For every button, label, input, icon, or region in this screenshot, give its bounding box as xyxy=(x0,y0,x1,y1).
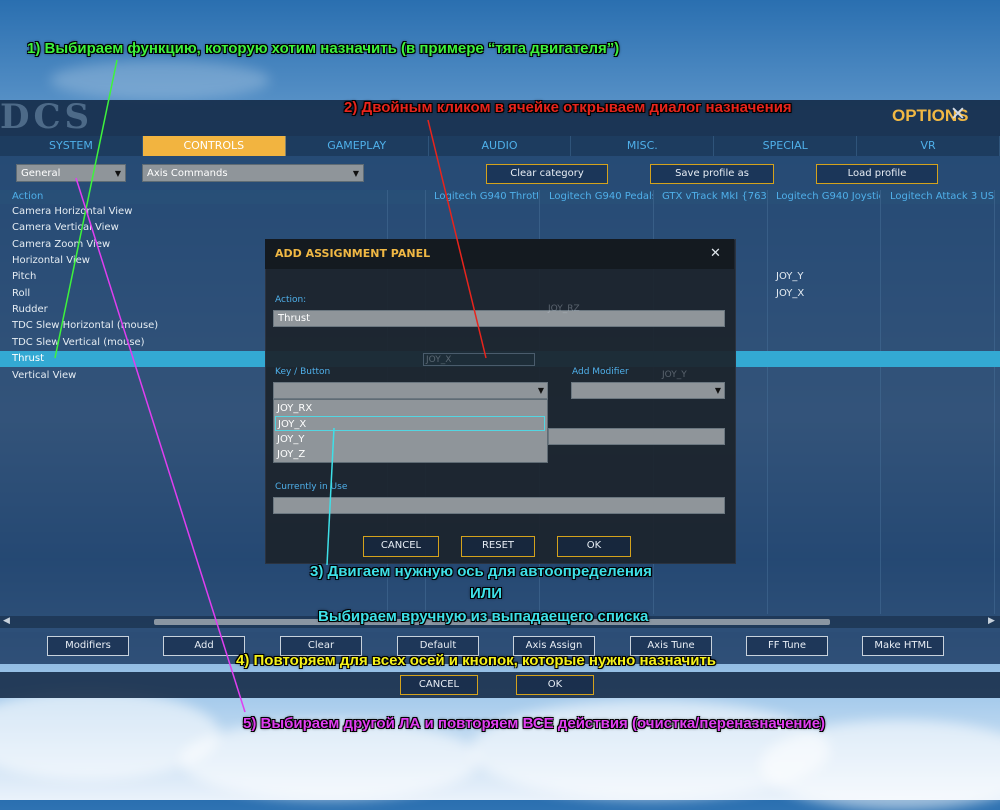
key-button-select[interactable]: ▼ xyxy=(273,382,548,399)
ff-tune-button[interactable]: FF Tune xyxy=(746,636,828,656)
ghost-cell: JOY_Y xyxy=(662,370,687,380)
chevron-down-icon: ▼ xyxy=(714,386,721,395)
tab-bar: SYSTEM CONTROLS GAMEPLAY AUDIO MISC. SPE… xyxy=(0,136,1000,156)
dropdown-option-joy-y[interactable]: JOY_Y xyxy=(275,432,545,447)
action-bar xyxy=(0,672,1000,698)
dialog-reset-button[interactable]: RESET xyxy=(461,536,535,557)
cell-roll-joystick[interactable]: JOY_X xyxy=(776,286,804,302)
add-modifier-label: Add Modifier xyxy=(572,367,629,377)
dropdown-option-joy-x[interactable]: JOY_X xyxy=(275,416,545,431)
row-action-label: Rudder xyxy=(12,304,48,315)
cell-pitch-joystick[interactable]: JOY_Y xyxy=(776,269,804,285)
row-action-label: Horizontal View xyxy=(12,255,90,266)
ok-button[interactable]: OK xyxy=(516,675,594,695)
tab-vr[interactable]: VR xyxy=(857,136,1000,156)
row-action-label: Thrust xyxy=(12,353,45,364)
modifiers-button[interactable]: Modifiers xyxy=(47,636,129,656)
tab-system[interactable]: SYSTEM xyxy=(0,136,143,156)
row-action-label: Vertical View xyxy=(12,370,77,381)
aircraft-select-value: General xyxy=(21,168,61,179)
row-action-label: TDC Slew Horizontal (mouse) xyxy=(12,320,159,331)
category-select[interactable]: Axis Commands ▼ xyxy=(142,164,364,182)
key-button-label: Key / Button xyxy=(275,367,331,377)
close-icon[interactable]: ✕ xyxy=(710,246,721,261)
add-modifier-select[interactable]: ▼ xyxy=(571,382,725,399)
cancel-button[interactable]: CANCEL xyxy=(400,675,478,695)
tab-controls[interactable]: CONTROLS xyxy=(142,136,286,156)
scroll-right-icon[interactable]: ▶ xyxy=(988,616,995,626)
dialog-title: ADD ASSIGNMENT PANEL xyxy=(275,247,431,260)
chevron-down-icon: ▼ xyxy=(114,169,121,178)
dropdown-option-joy-rx[interactable]: JOY_RX xyxy=(275,401,545,416)
row-action-label: Roll xyxy=(12,288,31,299)
chevron-down-icon: ▼ xyxy=(352,169,359,178)
currently-in-use-label: Currently in Use xyxy=(275,482,348,492)
annotation-step-3-or: ИЛИ xyxy=(470,585,503,602)
annotation-step-2: 2) Двойным кликом в ячейке открываем диа… xyxy=(344,99,792,116)
column-header-g940-throttle: Logitech G940 Throttle xyxy=(434,191,538,202)
dropdown-option-joy-z[interactable]: JOY_Z xyxy=(275,447,545,462)
add-button[interactable]: Add xyxy=(163,636,245,656)
row-action-label: Camera Horizontal View xyxy=(12,206,133,217)
modifier-field[interactable] xyxy=(548,428,725,445)
row-action-label: Camera Vertical View xyxy=(12,222,119,233)
row-action-label: Pitch xyxy=(12,271,37,282)
column-header-g940-pedals: Logitech G940 Pedals xyxy=(549,191,653,202)
annotation-step-3: 3) Двигаем нужную ось для автоопределени… xyxy=(310,563,652,580)
load-profile-button[interactable]: Load profile xyxy=(816,164,938,184)
dialog-cancel-button[interactable]: CANCEL xyxy=(363,536,439,557)
annotation-step-1: 1) Выбираем функцию, которую хотим назна… xyxy=(27,40,620,57)
annotation-step-3-manual: Выбираем вручную из выпадаещего списка xyxy=(318,608,649,625)
clear-category-button[interactable]: Clear category xyxy=(486,164,608,184)
make-html-button[interactable]: Make HTML xyxy=(862,636,944,656)
action-field[interactable]: Thrust xyxy=(273,310,725,327)
column-header-vtrack: GTX vTrack MkI {7637... xyxy=(662,191,766,202)
column-header-g940-joystick: Logitech G940 Joystick xyxy=(776,191,880,202)
row-action-label: TDC Slew Vertical (mouse) xyxy=(12,337,145,348)
tab-misc[interactable]: MISC. xyxy=(571,136,715,156)
dcs-logo: DCS xyxy=(0,97,94,137)
row-action-label: Camera Zoom View xyxy=(12,239,111,250)
annotation-step-5: 5) Выбираем другой ЛА и повторяем ВСЕ де… xyxy=(243,715,826,732)
save-profile-button[interactable]: Save profile as xyxy=(650,164,774,184)
action-label: Action: xyxy=(275,295,307,305)
scroll-left-icon[interactable]: ◀ xyxy=(3,616,10,626)
aircraft-select[interactable]: General ▼ xyxy=(16,164,126,182)
column-header-action: Action xyxy=(12,191,44,202)
category-select-value: Axis Commands xyxy=(147,168,228,179)
tab-gameplay[interactable]: GAMEPLAY xyxy=(286,136,429,156)
chevron-down-icon: ▼ xyxy=(537,386,544,395)
close-icon[interactable]: ✕ xyxy=(948,103,968,125)
ghost-cell: JOY_X xyxy=(423,353,535,366)
tab-audio[interactable]: AUDIO xyxy=(429,136,572,156)
table-row[interactable]: Camera Horizontal View xyxy=(0,204,1000,220)
table-row[interactable]: Camera Vertical View xyxy=(0,220,1000,236)
tab-special[interactable]: SPECIAL xyxy=(714,136,858,156)
currently-in-use-field xyxy=(273,497,725,514)
ghost-cell: JOY_RZ xyxy=(548,304,580,314)
annotation-step-4: 4) Повторяем для всех осей и кнопок, кот… xyxy=(236,652,717,669)
column-header-attack3: Logitech Attack 3 USB xyxy=(890,191,994,202)
dialog-ok-button[interactable]: OK xyxy=(557,536,631,557)
